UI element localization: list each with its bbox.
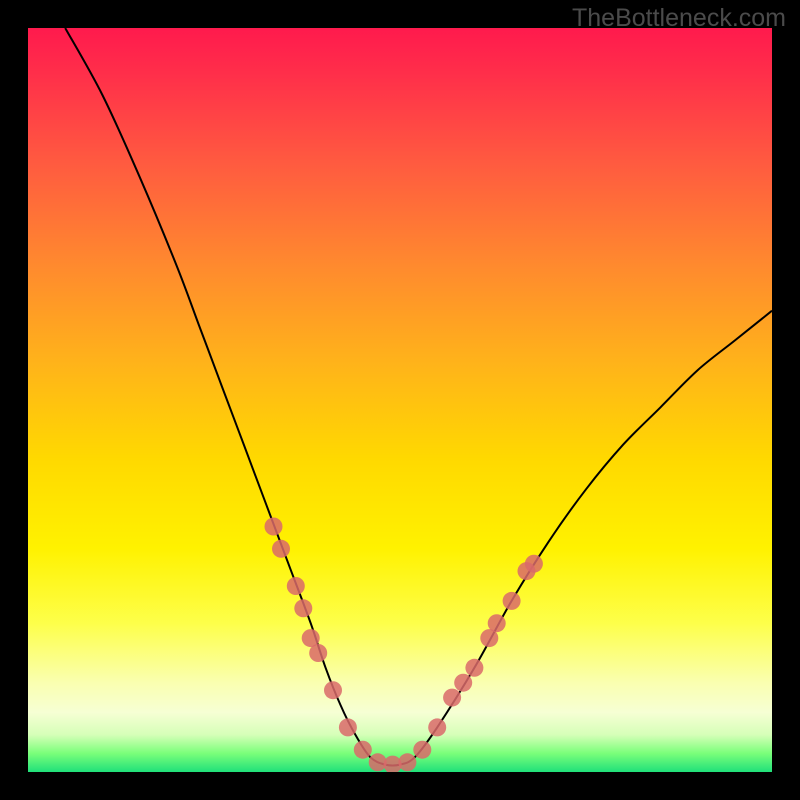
data-marker xyxy=(525,555,543,573)
bottleneck-curve xyxy=(65,28,772,766)
data-marker xyxy=(324,681,342,699)
attribution-text: TheBottleneck.com xyxy=(572,4,786,33)
data-marker xyxy=(413,741,431,759)
data-marker xyxy=(354,741,372,759)
chart-frame: TheBottleneck.com xyxy=(0,0,800,800)
data-marker xyxy=(465,659,483,677)
data-marker xyxy=(503,592,521,610)
plot-area xyxy=(28,28,772,772)
data-marker xyxy=(443,689,461,707)
data-marker xyxy=(309,644,327,662)
data-marker xyxy=(488,614,506,632)
data-marker xyxy=(265,518,283,536)
data-marker xyxy=(339,718,357,736)
data-marker xyxy=(428,718,446,736)
data-marker xyxy=(454,674,472,692)
chart-svg xyxy=(28,28,772,772)
data-marker xyxy=(294,599,312,617)
data-markers xyxy=(265,518,543,773)
data-marker xyxy=(272,540,290,558)
data-marker xyxy=(398,753,416,771)
data-marker xyxy=(287,577,305,595)
